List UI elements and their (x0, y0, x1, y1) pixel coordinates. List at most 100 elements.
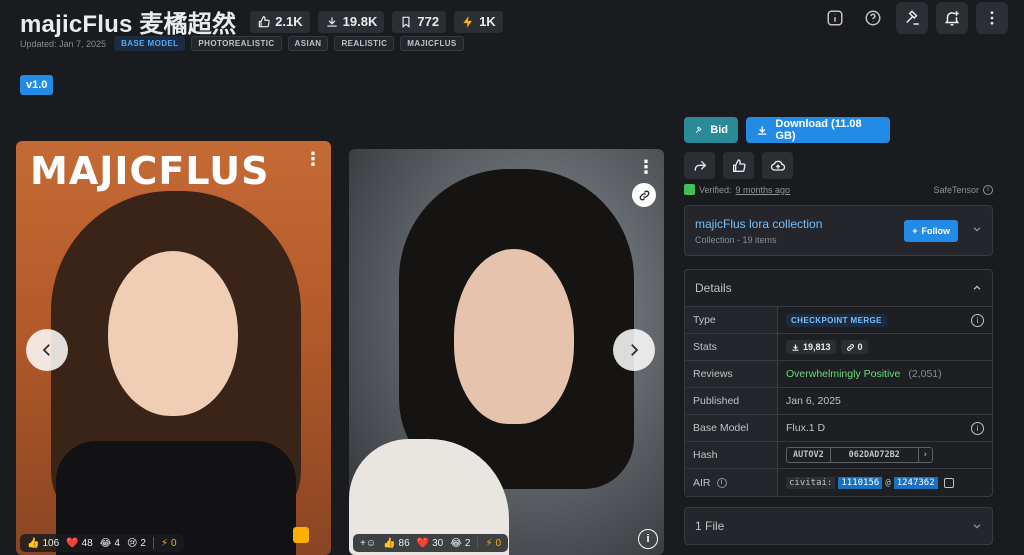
reaction-heart[interactable]: ❤️ 30 (417, 538, 444, 549)
details-panel: Details Type CHECKPOINT MERGE i Stats 19… (684, 269, 993, 497)
thumbs-up-icon (732, 158, 746, 172)
download-button[interactable]: Download (11.08 GB) (746, 117, 890, 143)
like-button[interactable] (723, 152, 754, 179)
gallery-next-button[interactable] (613, 329, 655, 371)
auction-button[interactable] (896, 2, 928, 34)
hash-value[interactable]: 062DAD72B2 (831, 448, 919, 462)
info-icon[interactable]: i (971, 422, 984, 435)
chevron-up-icon (973, 285, 981, 290)
cloud-upload-button[interactable] (762, 152, 793, 179)
row-label: Base Model (685, 415, 778, 441)
download-icon (792, 344, 799, 351)
version-button-v1[interactable]: v1.0 (20, 75, 54, 95)
heart-emoji-icon: ❤️ (416, 537, 430, 549)
info-icon (827, 10, 843, 26)
cloud-upload-icon (770, 160, 785, 171)
collection-card[interactable]: majicFlus lora collection Collection - 1… (684, 205, 993, 256)
verified-time[interactable]: 9 months ago (736, 185, 791, 195)
row-value: 19,813 0 (778, 334, 992, 360)
row-label: Hash (685, 442, 778, 468)
heart-emoji-icon: ❤️ (66, 537, 79, 549)
tag-majicflus[interactable]: MAJICFLUS (400, 36, 464, 51)
details-row-air: AIR i civitai: 1110156 @ 1247362 (685, 469, 992, 496)
air-label: AIR (693, 476, 711, 489)
reaction-heart[interactable]: ❤️ 48 (66, 538, 93, 549)
film-badge-icon (293, 527, 309, 543)
row-value: Jan 6, 2025 (786, 395, 841, 407)
reviews-rating[interactable]: Overwhelmingly Positive (786, 368, 900, 380)
details-heading: Details (695, 281, 732, 295)
chevron-right-icon (631, 344, 639, 356)
files-panel[interactable]: 1 File (684, 507, 993, 545)
details-row-base-model: Base Model Flux.1 D i (685, 415, 992, 442)
row-value: Flux.1 D i (778, 415, 992, 441)
follow-label: Follow (921, 226, 951, 236)
cry-emoji-icon: 😢 (126, 537, 138, 549)
hash-display[interactable]: AUTOV2 062DAD72B2 › (786, 447, 933, 463)
tag-base-model[interactable]: BASE MODEL (114, 36, 186, 51)
info-icon[interactable]: i (716, 477, 727, 488)
image-link-button[interactable] (632, 183, 656, 207)
follow-button[interactable]: + Follow (904, 220, 958, 242)
chevron-down-icon[interactable] (972, 224, 982, 234)
row-label: Type (685, 307, 778, 333)
row-label: AIR i (685, 469, 778, 496)
row-label: Stats (685, 334, 778, 360)
image-menu-icon[interactable]: ⋮ (637, 157, 655, 178)
image-face (108, 251, 238, 416)
info-icon[interactable]: i (971, 314, 984, 327)
gallery-prev-button[interactable] (26, 329, 68, 371)
gavel-icon (906, 10, 919, 25)
image-menu-icon[interactable]: ⋮ (304, 149, 322, 170)
file-format-label: SafeTensor (933, 184, 979, 195)
tag-asian[interactable]: ASIAN (287, 36, 329, 51)
reaction-laugh[interactable]: 😂 4 (100, 538, 120, 549)
air-version-id: 1247362 (893, 476, 938, 489)
air-identifier[interactable]: civitai: 1110156 @ 1247362 (786, 476, 954, 489)
image-info-icon[interactable]: i (638, 529, 658, 549)
info-button[interactable] (820, 3, 850, 33)
primary-actions: Bid Download (11.08 GB) (684, 117, 993, 143)
bid-button[interactable]: Bid (684, 117, 738, 143)
reaction-cry[interactable]: 😢 2 (127, 538, 146, 549)
reaction-thumbs-up[interactable]: 👍 86 (383, 538, 410, 549)
tag-photorealistic[interactable]: PHOTOREALISTIC (191, 36, 282, 51)
share-button[interactable] (684, 152, 715, 179)
reaction-count: 4 (114, 537, 120, 549)
header-title-row: majicFlus 麦橘超然 2.1K 19.8K 772 1K (20, 4, 503, 39)
shield-check-icon (684, 184, 695, 195)
details-header[interactable]: Details (685, 270, 992, 307)
help-button[interactable] (858, 3, 888, 33)
download-label: Download (11.08 GB) (775, 118, 862, 142)
plus-icon: + (912, 226, 918, 236)
reaction-count: 48 (81, 537, 93, 549)
gavel-icon (695, 125, 702, 133)
reaction-buzz[interactable]: ⚡ 0 (161, 538, 177, 549)
file-format: SafeTensor i (933, 184, 993, 195)
reaction-buzz[interactable]: ⚡ 0 (485, 538, 501, 549)
chevron-down-icon (973, 524, 981, 529)
reaction-laugh[interactable]: 😂 2 (450, 538, 470, 549)
tag-realistic[interactable]: REALISTIC (334, 36, 395, 51)
gallery-image-1[interactable]: MAJICFLUS ⋮ 👍 106 ❤️ 48 😂 4 😢 2 ⚡ 0 (16, 141, 331, 555)
details-row-type: Type CHECKPOINT MERGE i (685, 307, 992, 334)
chevron-right-icon[interactable]: › (919, 448, 932, 462)
reaction-count: 0 (495, 537, 502, 549)
model-sidebar: Bid Download (11.08 GB) Verified: 9 mont… (684, 117, 993, 545)
bell-plus-icon (944, 11, 960, 26)
row-label: Reviews (685, 361, 778, 387)
add-reaction-button[interactable]: +☺ (360, 538, 376, 549)
copy-icon[interactable] (943, 477, 954, 488)
reaction-thumbs-up[interactable]: 👍 106 (27, 538, 59, 549)
reaction-count: 2 (140, 537, 146, 549)
likes-stat: 2.1K (250, 10, 310, 33)
more-menu-button[interactable] (976, 2, 1008, 34)
share-icon (694, 160, 706, 171)
air-prefix: civitai: (786, 476, 836, 489)
row-value[interactable]: Overwhelmingly Positive (2,051) (778, 361, 992, 387)
links-value: 0 (857, 342, 863, 352)
hash-type[interactable]: AUTOV2 (787, 448, 831, 462)
reaction-bar: 👍 106 ❤️ 48 😂 4 😢 2 ⚡ 0 (20, 534, 184, 552)
info-icon[interactable]: i (983, 184, 993, 195)
notify-button[interactable] (936, 2, 968, 34)
